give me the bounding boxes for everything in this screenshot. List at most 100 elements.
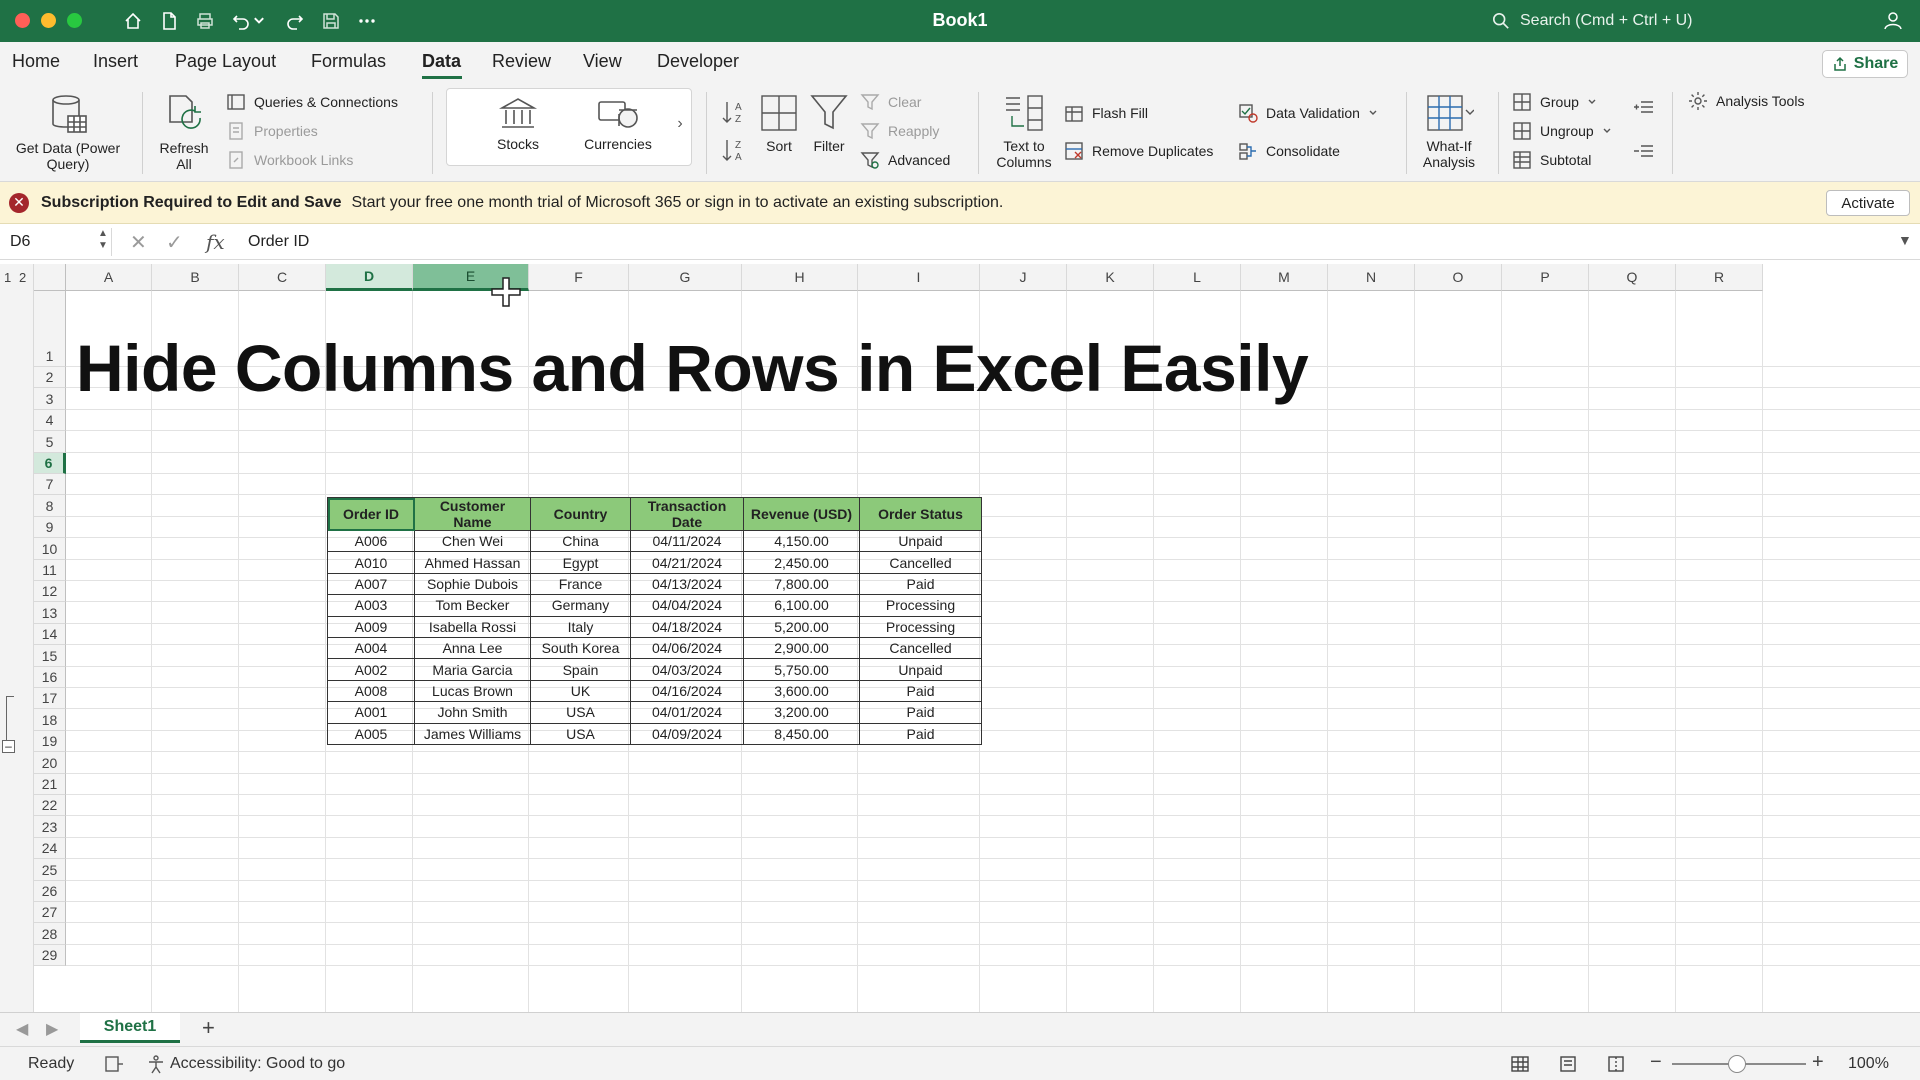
scroll-sheets-right-icon[interactable]: ▶ [46,1019,58,1039]
sort-descending-button[interactable]: ZA [720,136,750,167]
column-header-g[interactable]: G [629,264,742,291]
show-detail-icon[interactable] [1632,98,1656,119]
table-row[interactable]: A005 James Williams USA 04/09/2024 8,450.00 P… [327,722,982,745]
table-cell[interactable]: 2,450.00 [743,551,860,574]
outline-level-1-button[interactable]: 1 [4,270,11,285]
row-header-9[interactable]: 9 [34,516,66,539]
row-header-28[interactable]: 28 [34,923,66,945]
table-cell[interactable]: 04/11/2024 [630,529,744,553]
scroll-sheets-left-icon[interactable]: ◀ [16,1019,28,1039]
stocks-button[interactable]: Stocks [478,96,558,152]
hide-detail-icon[interactable] [1632,142,1656,163]
row-header-24[interactable]: 24 [34,837,66,860]
row-header-3[interactable]: 3 [34,388,66,410]
collapse-group-button[interactable]: – [2,740,15,753]
table-cell[interactable]: 5,750.00 [743,658,860,681]
row-header-18[interactable]: 18 [34,709,66,731]
orders-table[interactable]: Order ID Customer Name Country Transaction … [327,497,982,745]
table-cell[interactable]: 04/04/2024 [630,594,744,617]
text-to-columns-button[interactable]: Text to Columns [990,92,1058,170]
column-header-j[interactable]: J [980,264,1067,291]
row-header-8[interactable]: 8 [34,495,66,517]
zoom-in-button[interactable]: + [1812,1051,1824,1074]
queries-connections-button[interactable]: Queries & Connections [226,92,398,112]
redo-icon[interactable] [282,9,308,33]
table-cell[interactable]: A007 [327,572,415,596]
table-cell[interactable]: 7,800.00 [743,572,860,596]
get-data-button[interactable]: Get Data (Power Query) [8,92,128,172]
analysis-tools-button[interactable]: Analysis Tools [1688,91,1804,111]
row-header-16[interactable]: 16 [34,666,66,688]
table-cell[interactable]: Anna Lee [414,636,531,660]
row-header-17[interactable]: 17 [34,688,66,710]
table-cell[interactable]: UK [530,679,631,703]
table-cell[interactable]: Isabella Rossi [414,615,531,638]
page-break-view-icon[interactable] [1606,1055,1626,1073]
macro-record-icon[interactable] [104,1055,124,1073]
table-cell[interactable]: Cancelled [859,636,982,660]
table-cell[interactable]: Chen Wei [414,529,531,553]
row-header-15[interactable]: 15 [34,645,66,667]
table-row[interactable]: A008 Lucas Brown UK 04/16/2024 3,600.00 Paid [327,679,982,703]
zoom-out-button[interactable]: − [1650,1051,1662,1074]
table-cell[interactable]: Cancelled [859,551,982,574]
table-row[interactable]: A003 Tom Becker Germany 04/04/2024 6,100.00 P… [327,594,982,617]
tab-data[interactable]: Data [422,51,461,72]
currencies-button[interactable]: Currencies [578,96,658,152]
table-cell[interactable]: USA [530,701,631,724]
row-header-22[interactable]: 22 [34,795,66,817]
account-icon[interactable] [1880,9,1906,33]
close-window-button[interactable] [15,13,30,28]
more-options-icon[interactable] [354,9,380,33]
row-header-12[interactable]: 12 [34,581,66,603]
row-header-14[interactable]: 14 [34,623,66,646]
undo-icon[interactable] [228,9,254,33]
table-cell[interactable]: A009 [327,615,415,638]
row-header-10[interactable]: 10 [34,538,66,560]
table-cell[interactable]: A004 [327,636,415,660]
tab-insert[interactable]: Insert [93,51,138,72]
accessibility-icon[interactable] [146,1054,166,1074]
table-row[interactable]: A006 Chen Wei China 04/11/2024 4,150.00 Unpai… [327,529,982,553]
select-all-corner[interactable] [34,264,66,291]
row-header-20[interactable]: 20 [34,752,66,774]
table-header-cell[interactable]: Revenue (USD) [743,497,860,531]
table-cell[interactable]: 04/18/2024 [630,615,744,638]
table-cell[interactable]: China [530,529,631,553]
table-cell[interactable]: 04/01/2024 [630,701,744,724]
row-header-1[interactable]: 1 [34,291,66,367]
column-header-n[interactable]: N [1328,264,1415,291]
share-button[interactable]: Share [1822,50,1908,78]
clear-button[interactable]: Clear [860,92,921,112]
sheet-tab-sheet1[interactable]: Sheet1 [80,1013,180,1043]
table-row[interactable]: A004 Anna Lee South Korea 04/06/2024 2,900.0… [327,636,982,660]
table-cell[interactable]: James Williams [414,722,531,745]
name-box[interactable]: D6 [4,228,112,256]
row-header-19[interactable]: 19 [34,730,66,753]
table-cell[interactable]: Ahmed Hassan [414,551,531,574]
table-row[interactable]: A007 Sophie Dubois France 04/13/2024 7,800.0… [327,572,982,596]
table-header-cell[interactable]: Order Status [859,497,982,531]
group-button[interactable]: Group [1512,92,1605,112]
table-cell[interactable]: A001 [327,701,415,724]
advanced-filter-button[interactable]: Advanced [860,150,950,170]
properties-button[interactable]: Properties [226,121,318,141]
column-header-i[interactable]: I [858,264,980,291]
new-document-icon[interactable] [156,9,182,33]
column-header-c[interactable]: C [239,264,326,291]
table-cell[interactable]: South Korea [530,636,631,660]
zoom-window-button[interactable] [67,13,82,28]
table-cell[interactable]: France [530,572,631,596]
row-header-4[interactable]: 4 [34,409,66,432]
minimize-window-button[interactable] [41,13,56,28]
workbook-links-button[interactable]: Workbook Links [226,150,353,170]
table-cell[interactable]: 04/16/2024 [630,679,744,703]
row-header-29[interactable]: 29 [34,944,66,967]
table-row[interactable]: A010 Ahmed Hassan Egypt 04/21/2024 2,450.00 C… [327,551,982,574]
reapply-button[interactable]: Reapply [860,121,939,141]
table-cell[interactable]: Italy [530,615,631,638]
table-cell[interactable]: Processing [859,594,982,617]
normal-view-icon[interactable] [1510,1055,1530,1073]
what-if-analysis-button[interactable]: What-If Analysis [1414,92,1484,170]
column-header-a[interactable]: A [66,264,152,291]
